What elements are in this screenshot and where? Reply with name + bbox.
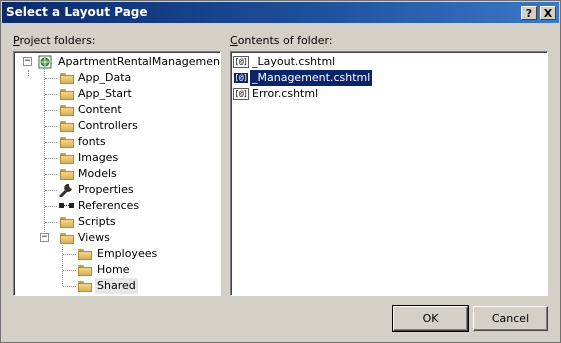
folder-icon (78, 265, 92, 276)
folder-icon (60, 153, 74, 164)
file-item-label: Error.cshtml (252, 87, 319, 100)
folder-icon (78, 281, 92, 292)
contents-list[interactable]: [@] _Layout.cshtml [@] _Management.cshtm… (230, 51, 548, 296)
tree-item-shared[interactable]: Shared (14, 278, 220, 294)
tree-item-properties[interactable]: Properties (14, 182, 220, 198)
collapse-icon[interactable]: − (23, 57, 32, 66)
cancel-button[interactable]: Cancel (473, 306, 548, 331)
tree-item-label: References (78, 199, 140, 212)
tree-item-images[interactable]: Images (14, 150, 220, 166)
tree-item-label: Controllers (78, 119, 138, 132)
file-item-layout[interactable]: [@] _Layout.cshtml (233, 54, 533, 70)
folder-icon (60, 169, 74, 180)
folder-icon (60, 137, 74, 148)
tree-item-employees[interactable]: Employees (14, 246, 220, 262)
tree-item-label: Content (78, 103, 122, 116)
cshtml-file-icon: [@] (233, 72, 249, 84)
tree-root-label: ApartmentRentalManagement1 (58, 55, 221, 68)
tree-item-label: Views (78, 231, 110, 244)
contents-of-folder-label: Contents of folder: (230, 34, 333, 47)
folder-icon (60, 121, 74, 132)
folder-icon (60, 89, 74, 100)
tree-item-models[interactable]: Models (14, 166, 220, 182)
select-layout-dialog: Select a Layout Page ? X Project folders… (0, 0, 561, 343)
tree-item-label: Scripts (78, 215, 116, 228)
tree-item-app-data[interactable]: App_Data (14, 70, 220, 86)
tree-item-scripts[interactable]: Scripts (14, 214, 220, 230)
folder-icon (60, 217, 74, 228)
folder-icon (60, 233, 74, 244)
tree-root[interactable]: − ApartmentRentalManagement1 (14, 54, 220, 70)
title-bar: Select a Layout Page ? X (2, 2, 559, 23)
tree-item-app-start[interactable]: App_Start (14, 86, 220, 102)
tree-item-label: Properties (78, 183, 134, 196)
folder-icon (60, 105, 74, 116)
close-button[interactable]: X (540, 6, 556, 20)
tree-item-label: Models (78, 167, 117, 180)
tree-item-home[interactable]: Home (14, 262, 220, 278)
ok-button[interactable]: OK (392, 305, 469, 332)
file-item-label: _Management.cshtml (248, 69, 374, 87)
web-project-icon (38, 55, 52, 69)
tree-item-views[interactable]: − Views (14, 230, 220, 246)
tree-item-label: fonts (78, 135, 106, 148)
tree-item-controllers[interactable]: Controllers (14, 118, 220, 134)
project-folders-label: Project folders: (13, 34, 96, 47)
dialog-title: Select a Layout Page (6, 5, 148, 19)
project-folders-tree[interactable]: − ApartmentRentalManagement1 App_Data Ap… (13, 51, 221, 296)
file-item-management[interactable]: [@] _Management.cshtml (233, 69, 533, 87)
tree-item-label: Images (78, 151, 119, 164)
file-item-error[interactable]: [@] Error.cshtml (233, 86, 533, 102)
tree-item-label: Home (97, 263, 130, 276)
tree-item-label: App_Data (78, 71, 132, 84)
folder-icon (60, 73, 74, 84)
folder-icon (78, 249, 92, 260)
wrench-icon (59, 183, 72, 197)
cshtml-file-icon: [@] (233, 88, 249, 100)
file-item-label: _Layout.cshtml (252, 55, 336, 68)
cshtml-file-icon: [@] (233, 56, 249, 68)
references-icon (59, 203, 74, 208)
tree-item-references[interactable]: References (14, 198, 220, 214)
tree-item-fonts[interactable]: fonts (14, 134, 220, 150)
collapse-icon[interactable]: − (40, 233, 49, 242)
tree-item-label: App_Start (78, 87, 132, 100)
tree-item-label-selected: Shared (95, 278, 138, 294)
tree-item-content[interactable]: Content (14, 102, 220, 118)
help-button[interactable]: ? (521, 6, 537, 20)
tree-item-label: Employees (97, 247, 158, 260)
